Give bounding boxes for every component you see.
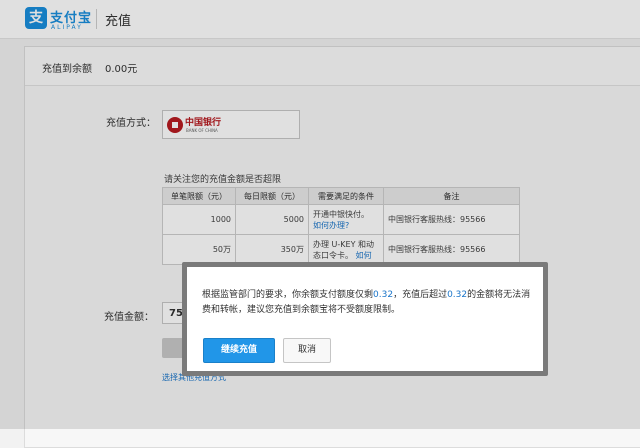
dialog-message: 根据监管部门的要求，你余额支付额度仅剩0.32，充值后超过0.32的金额将无法消… bbox=[202, 288, 537, 318]
limit-warning-dialog: 根据监管部门的要求，你余额支付额度仅剩0.32，充值后超过0.32的金额将无法消… bbox=[182, 262, 548, 376]
threshold-amount: 0.32 bbox=[447, 290, 468, 300]
cancel-button[interactable]: 取消 bbox=[283, 338, 331, 363]
dialog-msg-part1: 根据监管部门的要求，你余额支付额度仅剩 bbox=[202, 290, 374, 300]
remaining-amount: 0.32 bbox=[373, 290, 394, 300]
continue-recharge-button[interactable]: 继续充值 bbox=[203, 338, 275, 363]
dialog-msg-part2: ，充值后超过 bbox=[393, 290, 448, 300]
